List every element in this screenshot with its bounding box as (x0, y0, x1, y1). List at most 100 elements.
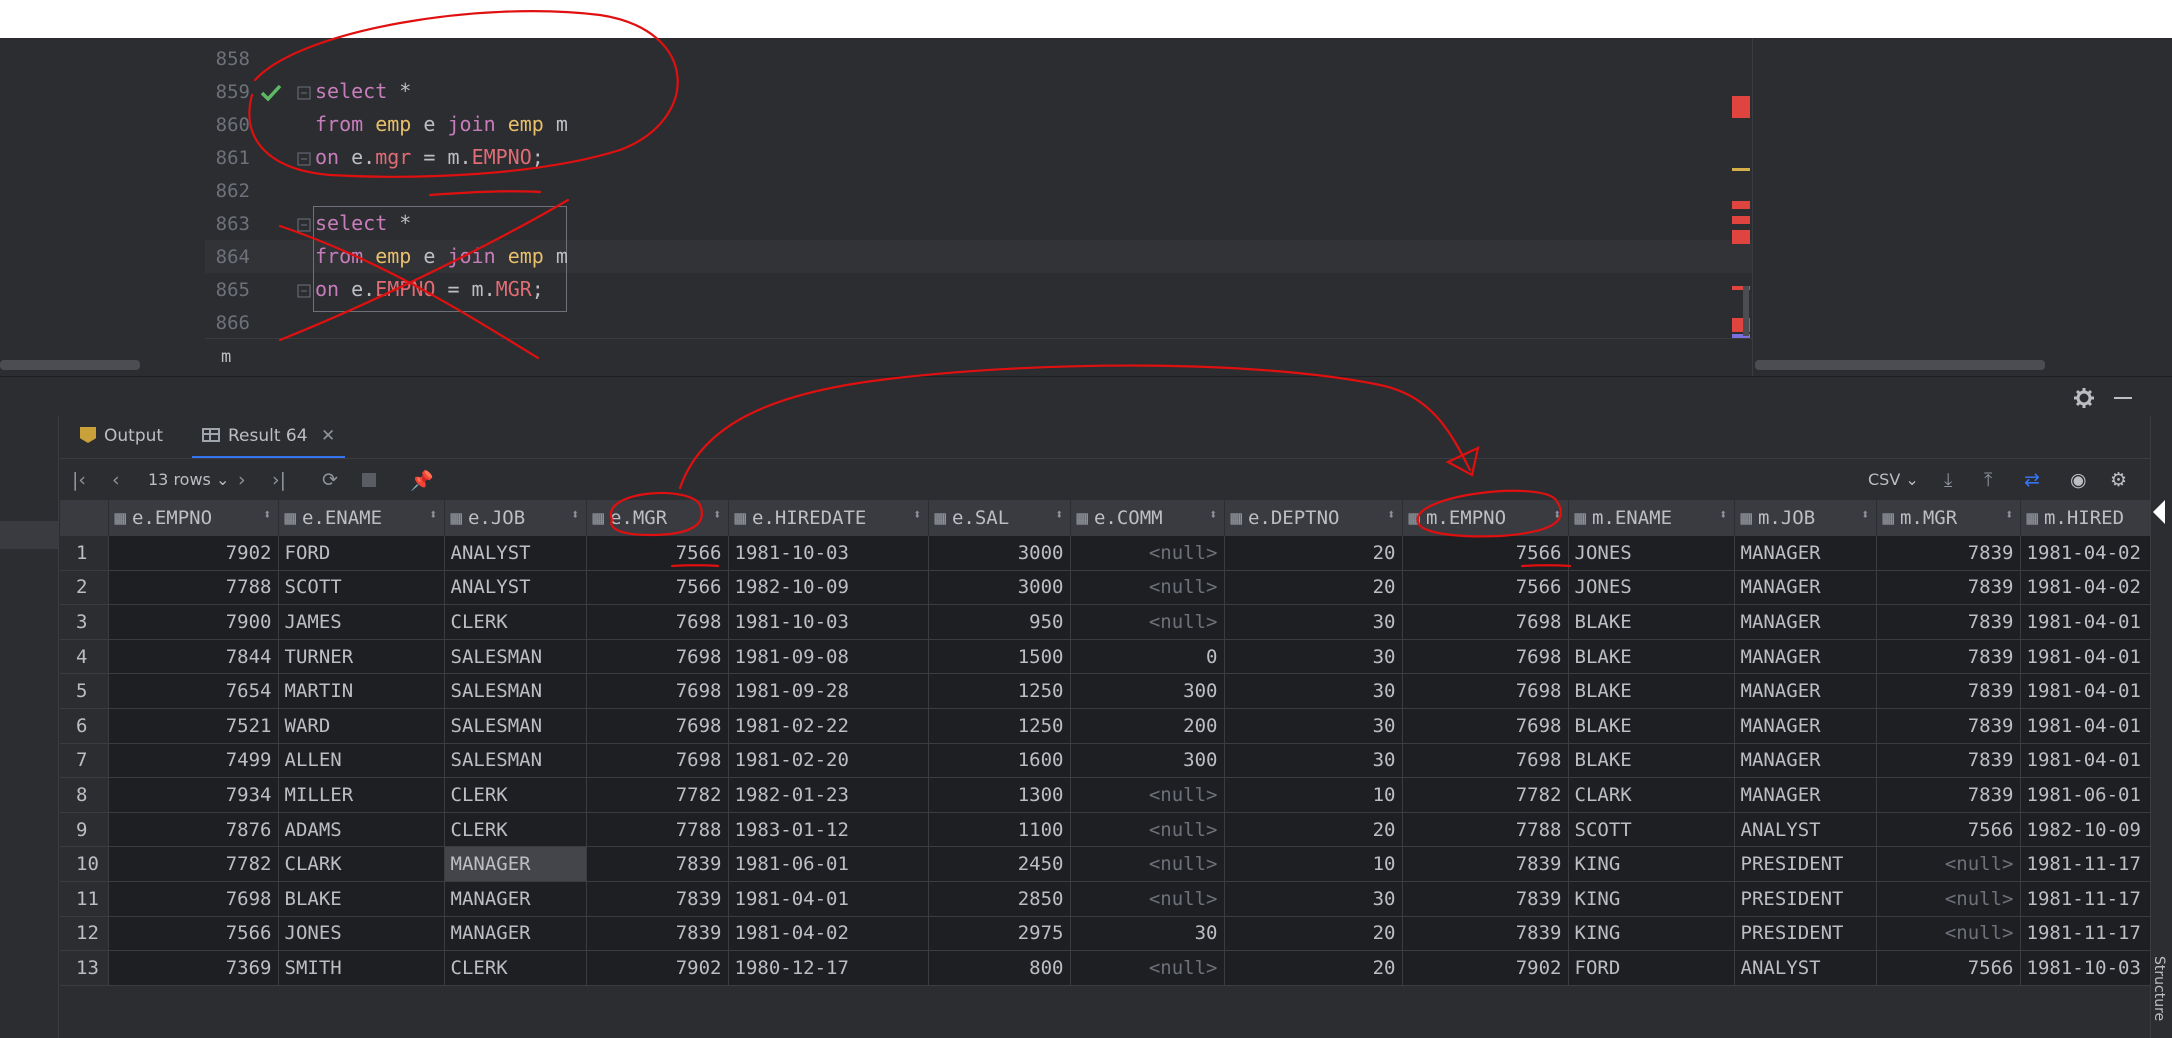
table-cell[interactable]: CLERK (444, 950, 587, 986)
column-header[interactable]: ▦ m.MGR ⬍ (1876, 500, 2021, 536)
table-cell[interactable]: 30 (1224, 881, 1403, 917)
table-cell[interactable]: 1981-04-01 (2020, 673, 2151, 709)
refresh-icon[interactable]: ⟳ (322, 469, 338, 491)
table-cell[interactable]: ANALYST (1734, 950, 1877, 986)
column-header[interactable]: ▦ m.ENAME ⬍ (1568, 500, 1735, 536)
table-cell[interactable]: 7839 (1402, 916, 1569, 952)
table-cell[interactable]: BLAKE (1568, 673, 1735, 709)
table-cell[interactable]: 7900 (108, 604, 279, 640)
table-cell[interactable]: JAMES (278, 604, 445, 640)
fold-icon[interactable] (297, 152, 311, 166)
table-cell[interactable]: 7566 (1876, 812, 2021, 848)
table-cell[interactable]: 2450 (928, 846, 1071, 882)
table-cell[interactable]: 1982-10-09 (728, 570, 929, 606)
table-cell[interactable]: ADAMS (278, 812, 445, 848)
table-cell[interactable]: 7839 (1876, 570, 2021, 606)
table-cell[interactable]: 20 (1224, 536, 1403, 571)
table-cell[interactable]: MANAGER (1734, 570, 1877, 606)
column-header[interactable]: ▦ e.ENAME ⬍ (278, 500, 445, 536)
table-row[interactable]: 11 7698 BLAKE MANAGER 7839 1981-04-01 2850 <nul… (60, 881, 2151, 917)
table-cell[interactable]: <null> (1070, 812, 1225, 848)
code-line[interactable]: select * (315, 211, 411, 235)
column-header[interactable]: ▦ e.MGR ⬍ (586, 500, 729, 536)
table-cell[interactable]: 1981-09-08 (728, 639, 929, 675)
table-cell[interactable]: CLARK (278, 846, 445, 882)
table-cell[interactable]: 800 (928, 950, 1071, 986)
table-cell[interactable]: JONES (278, 916, 445, 952)
table-cell[interactable]: 2975 (928, 916, 1071, 952)
table-cell[interactable]: SCOTT (278, 570, 445, 606)
table-cell[interactable]: 3000 (928, 570, 1071, 606)
table-cell[interactable]: ANALYST (1734, 812, 1877, 848)
table-cell[interactable]: PRESIDENT (1734, 916, 1877, 952)
table-cell[interactable]: KING (1568, 916, 1735, 952)
table-cell[interactable]: 10 (1224, 846, 1403, 882)
table-cell[interactable]: 7566 (108, 916, 279, 952)
export-format-selector[interactable]: CSV ⌄ (1868, 470, 1919, 489)
table-cell[interactable]: 7844 (108, 639, 279, 675)
table-cell[interactable]: 2850 (928, 881, 1071, 917)
table-row[interactable]: 4 7844 TURNER SALESMAN 7698 1981-09-08 1500 0 30… (60, 639, 2151, 675)
table-cell[interactable]: 7698 (1402, 708, 1569, 744)
table-cell[interactable]: <null> (1876, 881, 2021, 917)
table-cell[interactable]: MANAGER (444, 916, 587, 952)
rows-selector[interactable]: 13 rows ⌄ (148, 470, 229, 489)
table-row[interactable]: 6 7521 WARD SALESMAN 7698 1981-02-22 1250 200 30… (60, 708, 2151, 744)
table-cell[interactable]: 20 (1224, 950, 1403, 986)
code-line[interactable]: from emp e join emp m (315, 244, 568, 268)
table-cell[interactable]: 7839 (1876, 604, 2021, 640)
table-cell[interactable]: 7902 (108, 536, 279, 571)
table-cell[interactable]: 7788 (586, 812, 729, 848)
table-cell[interactable]: 7698 (586, 604, 729, 640)
table-cell[interactable]: 1982-01-23 (728, 777, 929, 813)
error-stripe[interactable] (1732, 216, 1750, 224)
table-cell[interactable]: 7566 (1402, 536, 1569, 571)
table-cell[interactable]: MANAGER (1734, 673, 1877, 709)
fold-icon[interactable] (297, 86, 311, 100)
table-cell[interactable]: 1981-11-17 (2020, 916, 2151, 952)
compare-icon[interactable]: ⇄ (2024, 469, 2040, 491)
sort-icon[interactable]: ⬍ (571, 507, 579, 523)
table-cell[interactable]: PRESIDENT (1734, 846, 1877, 882)
upload-icon[interactable]: ⤒ (1984, 469, 1992, 491)
close-icon[interactable]: ✕ (321, 426, 335, 446)
sort-icon[interactable]: ⬍ (1387, 507, 1395, 523)
table-cell[interactable]: 1981-10-03 (728, 604, 929, 640)
table-cell[interactable]: JONES (1568, 536, 1735, 571)
table-cell[interactable]: SALESMAN (444, 673, 587, 709)
table-row[interactable]: 3 7900 JAMES CLERK 7698 1981-10-03 950 <null> 30… (60, 604, 2151, 640)
table-cell[interactable]: 1981-02-20 (728, 743, 929, 779)
table-cell[interactable]: 7788 (108, 570, 279, 606)
pin-icon[interactable]: 📌 (410, 469, 434, 492)
table-cell[interactable]: 7839 (1876, 708, 2021, 744)
table-cell[interactable]: 7839 (1876, 777, 2021, 813)
error-stripe[interactable] (1732, 201, 1750, 209)
table-cell[interactable]: KING (1568, 846, 1735, 882)
code-line[interactable]: from emp e join emp m (315, 112, 568, 136)
column-header[interactable]: ▦ e.HIREDATE ⬍ (728, 500, 929, 536)
table-cell[interactable]: 7839 (1402, 846, 1569, 882)
table-cell[interactable]: 0 (1070, 639, 1225, 675)
table-cell[interactable]: MANAGER (1734, 777, 1877, 813)
tree-selected-item[interactable] (0, 521, 58, 549)
table-row[interactable]: 10 7782 CLARK MANAGER 7839 1981-06-01 2450 <nul… (60, 846, 2151, 882)
sort-icon[interactable]: ⬍ (2005, 507, 2013, 523)
table-cell[interactable]: <null> (1070, 536, 1225, 571)
table-cell[interactable]: 7876 (108, 812, 279, 848)
table-cell[interactable]: 7698 (1402, 604, 1569, 640)
horizontal-scrollbar[interactable] (0, 360, 140, 370)
table-cell[interactable]: 10 (1224, 777, 1403, 813)
table-cell[interactable]: 7839 (586, 881, 729, 917)
table-cell[interactable]: <null> (1070, 604, 1225, 640)
table-cell[interactable]: 1250 (928, 708, 1071, 744)
table-cell[interactable]: MANAGER (444, 846, 587, 882)
sort-icon[interactable]: ⬍ (1209, 507, 1217, 523)
table-cell[interactable]: BLAKE (278, 881, 445, 917)
table-cell[interactable]: 7698 (108, 881, 279, 917)
table-cell[interactable]: KING (1568, 881, 1735, 917)
sort-icon[interactable]: ⬍ (429, 507, 437, 523)
table-cell[interactable]: 7698 (1402, 639, 1569, 675)
table-row[interactable]: 2 7788 SCOTT ANALYST 7566 1982-10-09 3000 <null… (60, 570, 2151, 606)
eye-icon[interactable]: ◉ (2070, 469, 2087, 491)
table-cell[interactable]: 20 (1224, 812, 1403, 848)
